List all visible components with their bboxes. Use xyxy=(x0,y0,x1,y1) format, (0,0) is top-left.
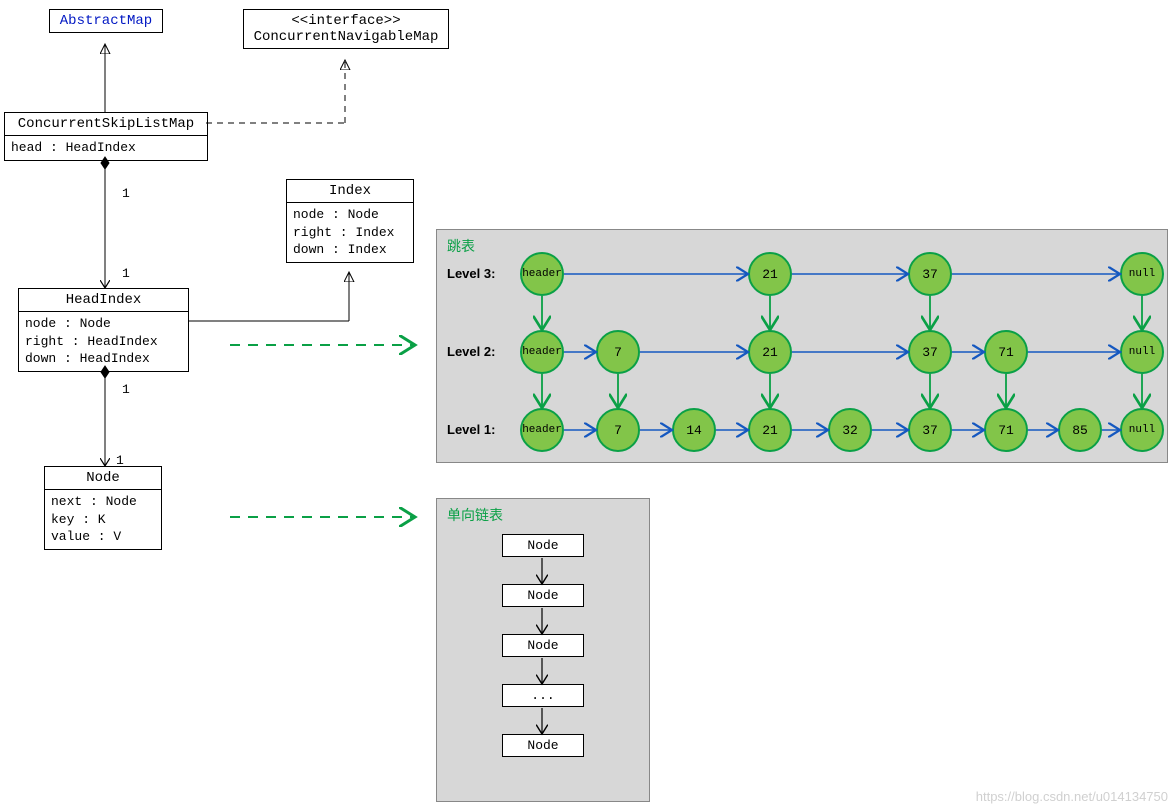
connectors xyxy=(0,0,1174,808)
